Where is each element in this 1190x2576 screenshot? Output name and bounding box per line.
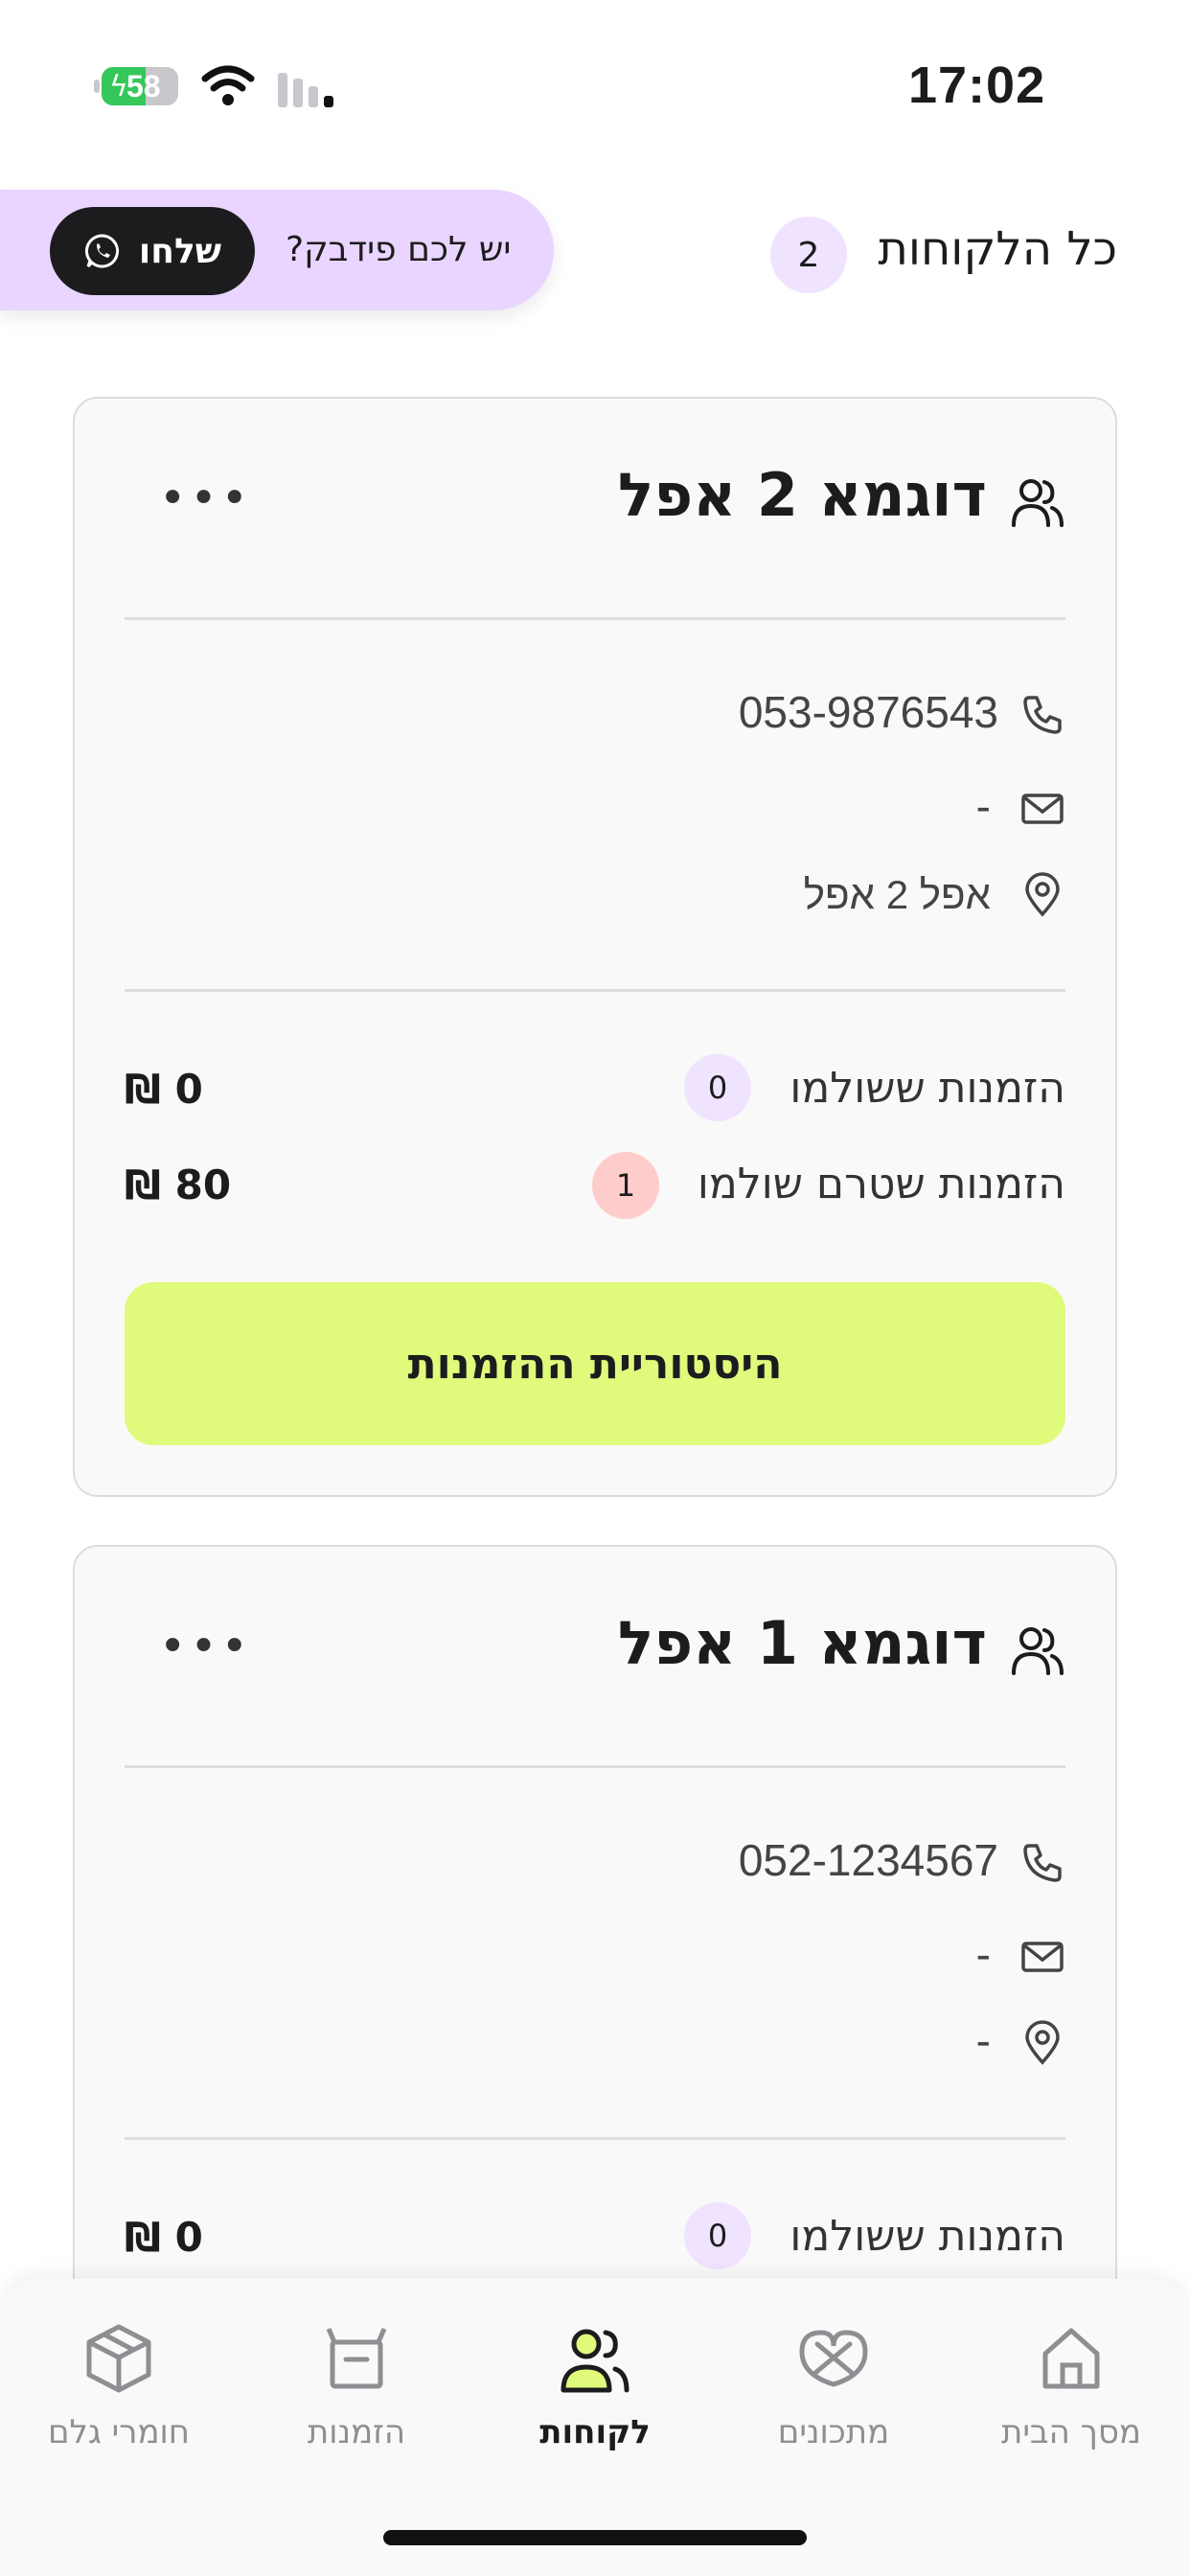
tab-recipes[interactable]: מתכונים: [715, 2317, 952, 2461]
tab-label: מסך הבית: [1000, 2413, 1142, 2451]
home-icon: [1042, 2328, 1100, 2389]
paid-orders-count: 0: [684, 1054, 751, 1121]
package-icon: [86, 2324, 151, 2393]
phone-icon: [1023, 1844, 1062, 1882]
divider: [125, 1765, 1065, 1768]
customer-name: דוגמא 2 אפל: [617, 460, 987, 530]
box-icon: [326, 2328, 387, 2389]
feedback-send-button[interactable]: שלחו: [50, 207, 255, 295]
divider: [125, 617, 1065, 620]
order-history-button[interactable]: היסטוריית ההזמנות: [125, 1282, 1065, 1445]
cellular-signal-icon: [278, 73, 333, 107]
paid-orders-amount: 0 ₪: [125, 2214, 203, 2261]
page-title: כל הלקוחות: [878, 222, 1117, 276]
mail-icon: [1021, 794, 1064, 824]
users-icon: [1012, 1627, 1064, 1675]
customer-phone[interactable]: 053-9876543: [739, 686, 998, 738]
tab-label: הזמנות: [307, 2413, 406, 2451]
customer-address: -: [975, 2015, 991, 2065]
unpaid-orders-label: הזמנות שטרם שולמו: [697, 1160, 1065, 1208]
phone-icon: [1023, 696, 1062, 734]
pretzel-icon: [799, 2330, 868, 2387]
charging-bolt-icon: ϟ: [109, 70, 128, 104]
paid-orders-label: הזמנות ששולמו: [790, 1064, 1065, 1113]
tab-label: מתכונים: [777, 2413, 890, 2451]
customer-phone[interactable]: 052-1234567: [739, 1834, 998, 1886]
paid-orders-count: 0: [684, 2202, 751, 2269]
divider: [125, 2137, 1065, 2140]
customer-email: -: [975, 781, 991, 831]
paid-orders-label: הזמנות ששולמו: [790, 2212, 1065, 2261]
users-icon: [1012, 479, 1064, 527]
customer-address: אפל 2 אפל: [803, 872, 991, 917]
feedback-send-label: שלחו: [138, 231, 222, 271]
location-pin-icon: [1025, 2020, 1060, 2065]
wifi-icon: [201, 65, 255, 105]
status-time: 17:02: [908, 57, 1046, 114]
tab-orders[interactable]: הזמנות: [238, 2317, 475, 2461]
tab-raw-materials[interactable]: חומרי גלם: [0, 2317, 238, 2461]
tab-label: חומרי גלם: [47, 2413, 191, 2451]
mail-icon: [1021, 1942, 1064, 1972]
customer-count-badge: 2: [770, 217, 847, 293]
unpaid-orders-count: 1: [592, 1152, 659, 1219]
more-options-button[interactable]: •••: [159, 1623, 252, 1669]
customer-email: -: [975, 1929, 991, 1979]
more-options-button[interactable]: •••: [159, 475, 252, 521]
divider: [125, 989, 1065, 992]
home-indicator: [383, 2530, 807, 2545]
tab-home[interactable]: מסך הבית: [952, 2317, 1190, 2461]
customer-name: דוגמא 1 אפל: [617, 1608, 987, 1678]
users-icon: [561, 2329, 629, 2393]
battery-level: 58: [126, 69, 161, 104]
battery-indicator: ϟ 58: [94, 67, 184, 105]
tab-customers[interactable]: לקוחות: [476, 2317, 714, 2461]
unpaid-orders-amount: 80 ₪: [125, 1162, 232, 1208]
whatsapp-icon: [84, 234, 119, 268]
paid-orders-amount: 0 ₪: [125, 1066, 203, 1113]
location-pin-icon: [1025, 872, 1060, 917]
feedback-prompt: יש לכם פידבק?: [286, 230, 512, 269]
tab-label: לקוחות: [539, 2413, 651, 2451]
